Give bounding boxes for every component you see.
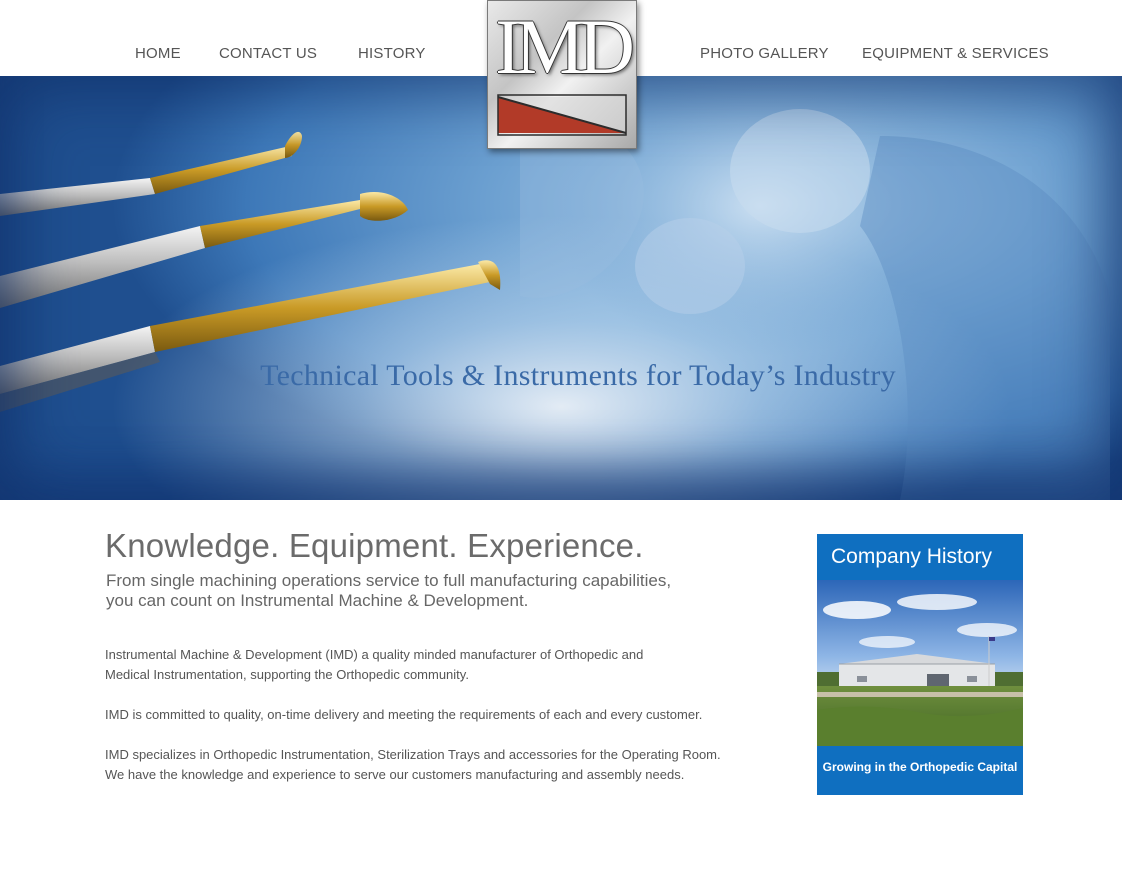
paragraph-line: IMD specializes in Orthopedic Instrument… (105, 747, 721, 762)
nav-photo-gallery[interactable]: PHOTO GALLERY (700, 45, 829, 62)
main-headline: Knowledge. Equipment. Experience. (105, 527, 644, 564)
paragraph-line: Instrumental Machine & Development (IMD)… (105, 647, 644, 662)
nav-home[interactable]: HOME (135, 45, 181, 62)
specialization-paragraph: IMD specializes in Orthopedic Instrument… (105, 745, 721, 785)
nav-history[interactable]: HISTORY (358, 45, 426, 62)
imd-logo[interactable]: IMD (487, 0, 637, 149)
paragraph-line: IMD is committed to quality, on-time del… (105, 707, 703, 722)
paragraph-line: Medical Instrumentation, supporting the … (105, 667, 469, 682)
nav-contact-us[interactable]: CONTACT US (219, 45, 317, 62)
company-building-photo (817, 580, 1023, 746)
subhead-line: From single machining operations service… (106, 571, 672, 590)
logo-emblem (497, 94, 627, 136)
nav-equipment-services[interactable]: EQUIPMENT & SERVICES (862, 45, 1049, 62)
company-history-caption: Growing in the Orthopedic Capital (822, 760, 1018, 774)
subhead-line: you can count on Instrumental Machine & … (106, 591, 529, 610)
company-history-title: Company History (831, 545, 993, 568)
quality-paragraph: IMD is committed to quality, on-time del… (105, 705, 702, 725)
intro-paragraph: Instrumental Machine & Development (IMD)… (105, 645, 643, 685)
company-history-card[interactable]: Company History Growing in the Orthopedi… (817, 534, 1023, 795)
paragraph-line: We have the knowledge and experience to … (105, 767, 685, 782)
hero-tagline: Technical Tools & Instruments for Today’… (260, 359, 896, 392)
main-subhead: From single machining operations service… (106, 571, 671, 611)
